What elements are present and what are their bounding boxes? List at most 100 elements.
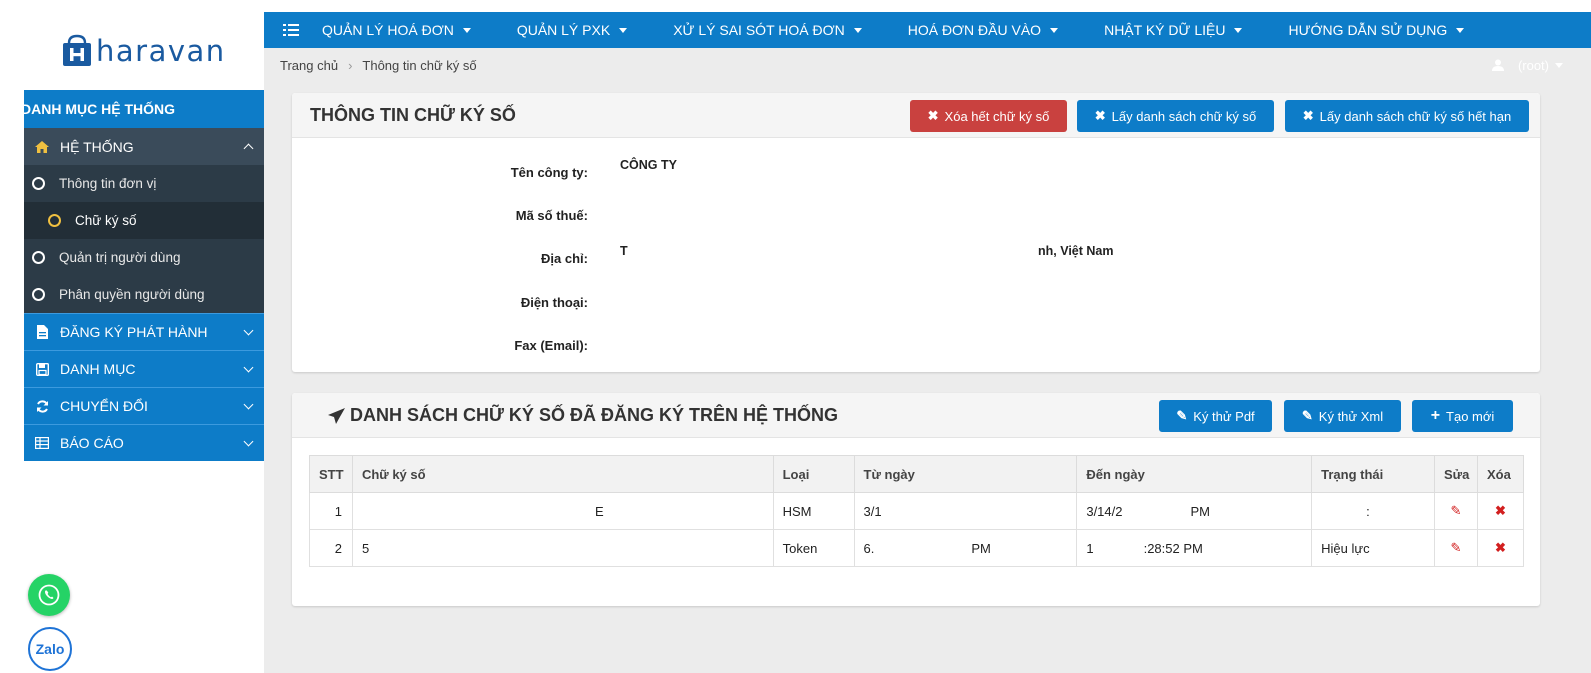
cell-type: Token [772, 529, 855, 567]
pencil-icon: ✎ [1301, 408, 1313, 423]
times-icon: ✖ [1094, 108, 1106, 123]
sidebar-item-registration[interactable]: ĐĂNG KÝ PHÁT HÀNH [24, 313, 264, 350]
table-row: 2 5 Token 6. PM 1:28:52 PM Hiệu lực ✎ ✖ [309, 529, 1525, 567]
breadcrumb-current: Thông tin chữ ký số [362, 57, 477, 73]
top-navbar: QUẢN LÝ HOÁ ĐƠN QUẢN LÝ PXK XỬ LÝ SAI SÓ… [264, 12, 1591, 48]
chevron-down-icon [243, 399, 254, 409]
cell-status: : [1311, 492, 1435, 530]
menu-toggle-button[interactable] [264, 24, 318, 36]
col-delete: Xóa [1476, 455, 1525, 493]
whatsapp-button[interactable] [28, 574, 70, 616]
table-icon [32, 437, 52, 449]
zalo-button[interactable]: Zalo [28, 627, 72, 671]
nav-invoice-management[interactable]: QUẢN LÝ HOÁ ĐƠN [322, 22, 471, 38]
delete-row-button[interactable]: ✖ [1476, 529, 1525, 567]
caret-down-icon [853, 27, 862, 33]
phone-label: Điện thoại: [520, 295, 588, 310]
cell-stt: 1 [309, 492, 353, 530]
user-name: (root) [1517, 57, 1549, 73]
times-icon: ✖ [1495, 503, 1506, 518]
cell-from-date: 6. PM [853, 529, 1078, 567]
edit-row-button[interactable]: ✎ [1433, 492, 1478, 530]
signature-list-header: DANH SÁCH CHỮ KÝ SỐ ĐÃ ĐĂNG KÝ TRÊN HỆ T… [292, 393, 1540, 438]
file-icon [32, 325, 52, 339]
sidebar-item-permissions[interactable]: Phân quyền người dùng [24, 276, 264, 313]
sidebar: DANH MỤC HỆ THỐNG HỆ THỐNG Thông tin đơn… [24, 90, 264, 461]
breadcrumb: Trang chủ › Thông tin chữ ký số (root) [264, 48, 1591, 82]
delete-row-button[interactable]: ✖ [1476, 492, 1525, 530]
plus-icon: + [1430, 407, 1441, 424]
breadcrumb-home-link[interactable]: Trang chủ [280, 58, 338, 73]
sidebar-item-unit-info[interactable]: Thông tin đơn vị [24, 165, 264, 202]
chevron-down-icon [243, 325, 254, 335]
sidebar-item-system[interactable]: HỆ THỐNG [24, 128, 264, 165]
pencil-icon: ✎ [1450, 540, 1462, 555]
sidebar-item-user-admin[interactable]: Quản trị người dùng [24, 239, 264, 276]
cell-to-date: 1:28:52 PM [1076, 529, 1313, 567]
signature-info-panel: THÔNG TIN CHỮ KÝ SỐ ✖ Xóa hết chữ ký số ✖… [292, 93, 1540, 372]
nav-data-log[interactable]: NHẬT KÝ DỮ LIỆU [1104, 22, 1243, 38]
signature-info-header: THÔNG TIN CHỮ KÝ SỐ ✖ Xóa hết chữ ký số ✖… [292, 93, 1540, 138]
field-tax-code: Mã số thuế: [292, 208, 1540, 238]
cell-type: HSM [772, 492, 855, 530]
brand-name: haravan [96, 34, 226, 68]
sidebar-item-catalog[interactable]: DANH MỤC [24, 350, 264, 387]
user-icon [1491, 59, 1504, 71]
chevron-up-icon [243, 143, 254, 154]
circle-icon [32, 288, 45, 301]
caret-down-icon [619, 27, 628, 33]
save-icon [32, 362, 52, 376]
refresh-icon [32, 399, 52, 413]
field-address: Địa chỉ: T nh, Việt Nam [292, 244, 1540, 281]
fax-label: Fax (Email): [514, 338, 588, 353]
get-signature-list-button[interactable]: ✖ Lấy danh sách chữ ký số [1077, 100, 1274, 132]
paper-plane-icon [328, 407, 345, 424]
caret-down-icon [1555, 62, 1563, 68]
field-phone: Điện thoại: [292, 295, 1540, 325]
circle-icon [48, 214, 61, 227]
cell-stt: 2 [309, 529, 353, 567]
nav-invoice-errors[interactable]: XỬ LÝ SAI SÓT HOÁ ĐƠN [673, 22, 862, 38]
col-to-date: Đến ngày [1076, 455, 1313, 493]
pencil-icon: ✎ [1450, 503, 1462, 518]
nav-pxk-management[interactable]: QUẢN LÝ PXK [517, 22, 628, 38]
brand-logo[interactable]: haravan [60, 30, 226, 72]
circle-icon [32, 251, 45, 264]
list-icon [283, 24, 299, 36]
get-expired-signature-list-button[interactable]: ✖ Lấy danh sách chữ ký số hết hạn [1285, 100, 1529, 132]
chevron-down-icon [243, 436, 254, 446]
cell-to-date: 3/14/2 PM [1076, 492, 1313, 530]
circle-icon [32, 177, 45, 190]
sidebar-item-reports[interactable]: BÁO CÁO [24, 424, 264, 461]
home-icon [32, 140, 52, 153]
address-value-end: nh, Việt Nam [1038, 244, 1114, 258]
cell-certificate: 5 [351, 529, 774, 567]
cell-certificate: E [351, 492, 774, 530]
table-row: 1 E HSM 3/1 3/14/2 PM : ✎ ✖ [309, 492, 1525, 530]
zalo-label: Zalo [35, 641, 65, 657]
caret-down-icon [1050, 27, 1059, 33]
address-label: Địa chỉ: [541, 251, 588, 266]
caret-down-icon [1234, 27, 1243, 33]
company-label: Tên công ty: [510, 165, 588, 180]
nav-input-invoices[interactable]: HOÁ ĐƠN ĐẦU VÀO [908, 22, 1059, 38]
sidebar-item-digital-signature[interactable]: Chữ ký số [24, 202, 264, 239]
times-icon: ✖ [1302, 108, 1314, 123]
sign-test-pdf-button[interactable]: ✎ Ký thử Pdf [1159, 400, 1272, 432]
pencil-icon: ✎ [1176, 408, 1188, 423]
signature-table: STT Chữ ký số Loại Từ ngày Đến ngày Trạn… [309, 455, 1525, 567]
sidebar-header: DANH MỤC HỆ THỐNG [24, 90, 264, 128]
caret-down-icon [1456, 27, 1465, 33]
cell-from-date: 3/1 [853, 492, 1078, 530]
edit-row-button[interactable]: ✎ [1433, 529, 1478, 567]
caret-down-icon [462, 27, 471, 33]
times-icon: ✖ [927, 108, 939, 123]
delete-all-signatures-button[interactable]: ✖ Xóa hết chữ ký số [910, 100, 1067, 132]
sign-test-xml-button[interactable]: ✎ Ký thử Xml [1284, 400, 1401, 432]
user-menu[interactable]: (root) [1491, 48, 1563, 82]
col-type: Loại [772, 455, 855, 493]
sidebar-item-convert[interactable]: CHUYỂN ĐỔI [24, 387, 264, 424]
create-new-button[interactable]: + Tạo mới [1412, 400, 1513, 432]
nav-user-guide[interactable]: HƯỚNG DẪN SỬ DỤNG [1288, 22, 1465, 38]
field-fax: Fax (Email): [292, 338, 1540, 368]
